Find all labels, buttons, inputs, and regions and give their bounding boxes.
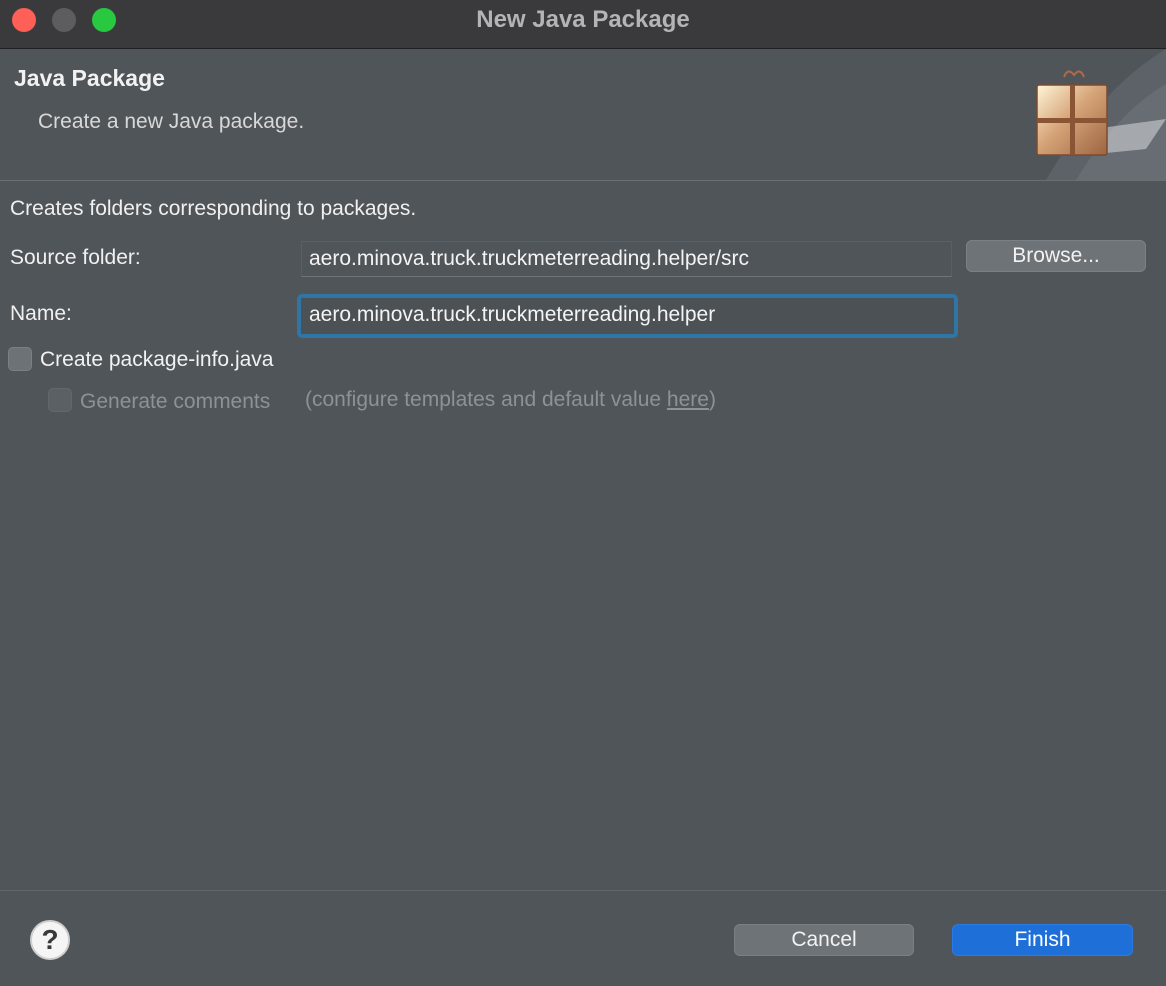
name-label: Name: [10,302,72,325]
configure-templates-link[interactable]: here [667,388,709,411]
wizard-intro-text: Creates folders corresponding to package… [10,197,417,220]
page-title: Java Package [14,65,165,91]
hint-suffix: ) [708,388,716,411]
package-wizard-icon [1036,49,1166,180]
package-name-field[interactable]: aero.minova.truck.truckmeterreading.help… [297,294,958,338]
help-icon[interactable]: ? [30,920,70,960]
generate-comments-label: Generate comments [80,390,271,413]
source-folder-label: Source folder: [10,246,141,269]
create-package-info-label[interactable]: Create package-info.java [40,348,273,372]
finish-button[interactable]: Finish [952,924,1133,956]
footer-divider [0,890,1166,891]
browse-button[interactable]: Browse... [966,240,1146,272]
page-description: Create a new Java package. [38,110,305,133]
header-divider [0,180,1166,181]
source-folder-field[interactable]: aero.minova.truck.truckmeterreading.help… [301,241,952,277]
configure-templates-hint: (configure templates and default value h… [305,388,716,412]
title-bar: New Java Package [0,0,1166,49]
cancel-button[interactable]: Cancel [734,924,914,956]
wizard-header: Java Package Create a new Java package. [0,49,1166,180]
window-title: New Java Package [476,6,690,33]
hint-prefix: (configure templates and default value [305,388,667,411]
create-package-info-checkbox[interactable] [8,347,32,371]
generate-comments-checkbox [48,388,72,412]
